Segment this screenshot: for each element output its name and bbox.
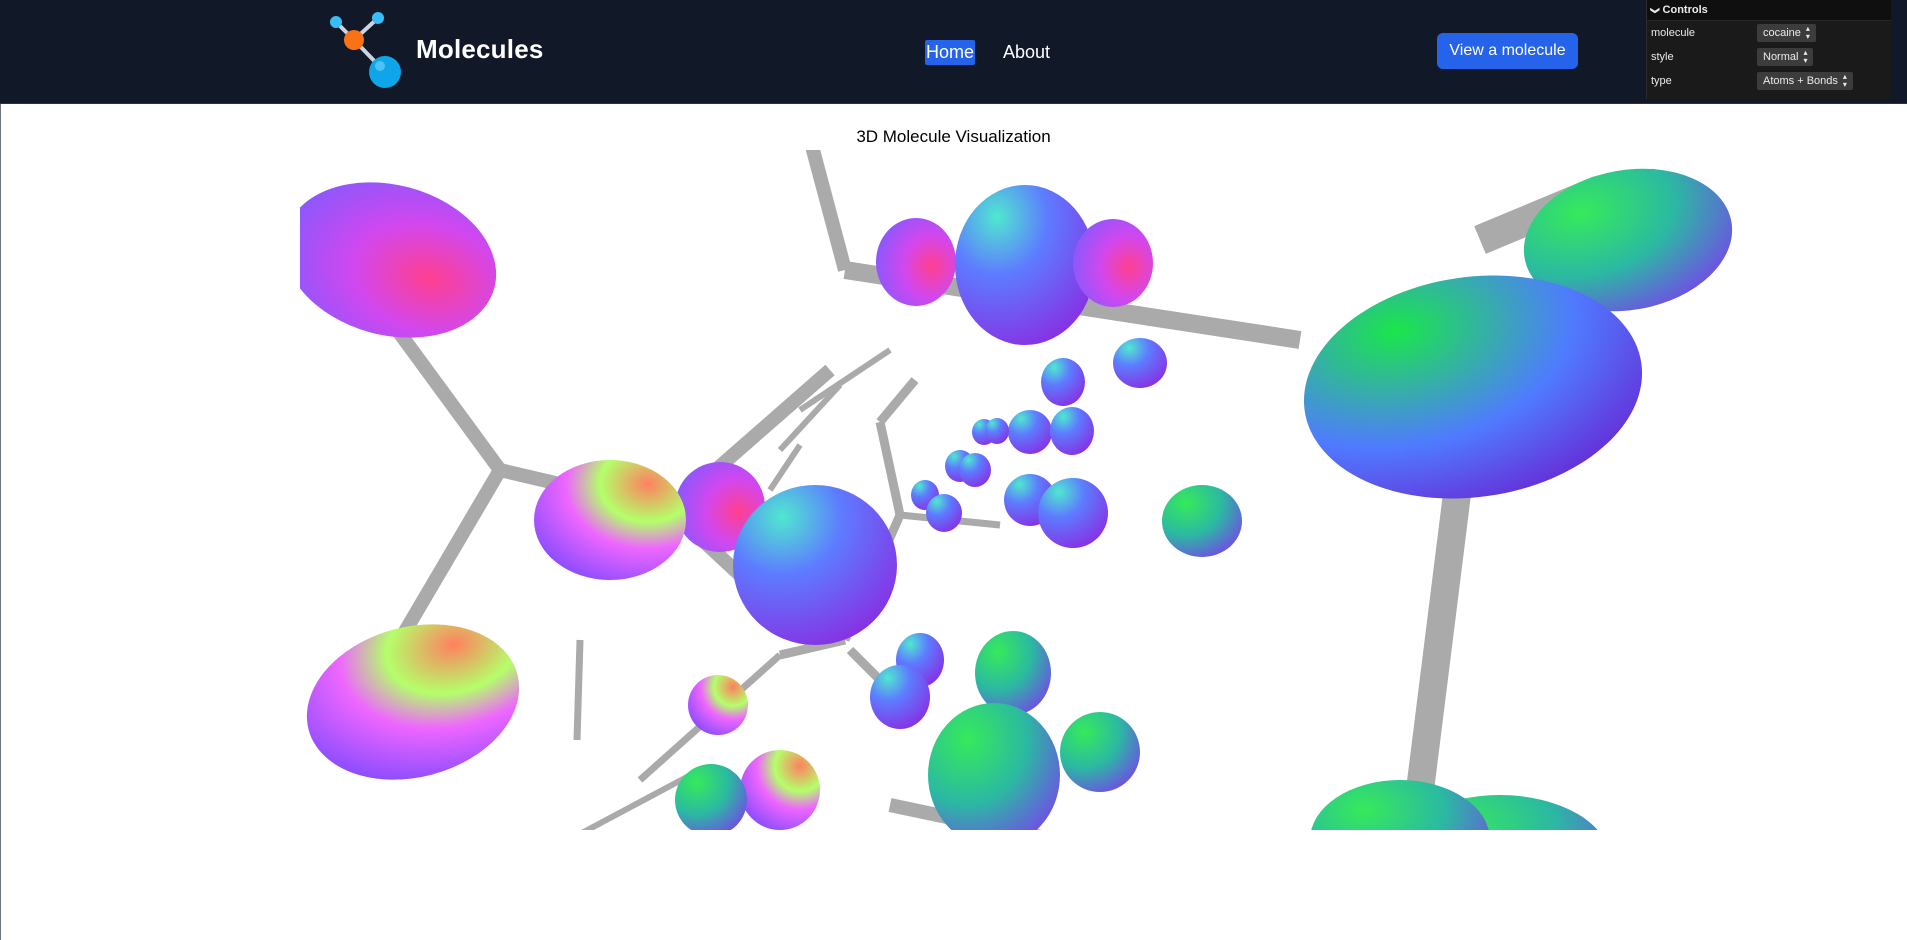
molecule-logo-icon[interactable] (330, 10, 406, 90)
atom (306, 624, 520, 780)
atom (1050, 407, 1094, 455)
atom (876, 218, 956, 306)
atom (959, 453, 991, 487)
atom (688, 675, 748, 735)
atom (975, 631, 1051, 715)
molecule-select[interactable]: cocaine ▴ ▾ (1757, 24, 1816, 42)
brand-title[interactable]: Molecules (416, 34, 544, 65)
atom (300, 182, 497, 338)
atom (985, 418, 1009, 444)
atom (870, 665, 930, 729)
control-row-style: style Normal ▴ ▾ (1647, 45, 1891, 69)
atom (1162, 485, 1242, 557)
page-border (0, 104, 1, 940)
atom (1041, 358, 1085, 406)
molecule-3d-canvas[interactable] (300, 150, 1780, 830)
control-label-style: style (1651, 51, 1674, 63)
style-select[interactable]: Normal ▴ ▾ (1757, 48, 1814, 66)
control-row-type: type Atoms + Bonds ▴ ▾ (1647, 69, 1891, 93)
atom (534, 460, 686, 580)
controls-title: Controls (1662, 4, 1708, 16)
style-select-value: Normal (1763, 51, 1799, 63)
atom (675, 764, 747, 830)
atom (740, 750, 820, 830)
atom (1060, 712, 1140, 792)
molecule-render[interactable] (300, 150, 1780, 830)
atom (1038, 478, 1108, 548)
type-select[interactable]: Atoms + Bonds ▴ ▾ (1757, 72, 1853, 90)
atom (1311, 780, 1489, 830)
select-arrows-icon: ▴ ▾ (1805, 24, 1810, 41)
view-molecule-button[interactable]: View a molecule (1437, 33, 1578, 69)
nav-about-link[interactable]: About (1002, 40, 1051, 65)
control-row-molecule: molecule cocaine ▴ ▾ (1647, 21, 1891, 45)
chevron-down-icon: ❯ (1650, 6, 1661, 14)
select-arrows-icon: ▴ ▾ (1803, 48, 1808, 65)
atom (926, 494, 962, 532)
control-label-type: type (1651, 75, 1672, 87)
atom (1113, 338, 1167, 388)
select-arrows-icon: ▴ ▾ (1842, 72, 1847, 89)
navbar: Molecules Home About View a molecule (0, 0, 1907, 104)
controls-panel: ❯ Controls molecule cocaine ▴ ▾ style Nor… (1646, 0, 1891, 99)
control-label-molecule: molecule (1651, 27, 1696, 39)
atom (928, 703, 1060, 830)
atom (1073, 219, 1153, 307)
controls-header[interactable]: ❯ Controls (1647, 0, 1891, 21)
atom (1008, 410, 1052, 454)
nav-home-link[interactable]: Home (925, 40, 976, 65)
page-title: 3D Molecule Visualization (856, 127, 1051, 146)
molecule-select-value: cocaine (1763, 27, 1801, 39)
type-select-value: Atoms + Bonds (1763, 75, 1838, 87)
atom (733, 485, 897, 645)
